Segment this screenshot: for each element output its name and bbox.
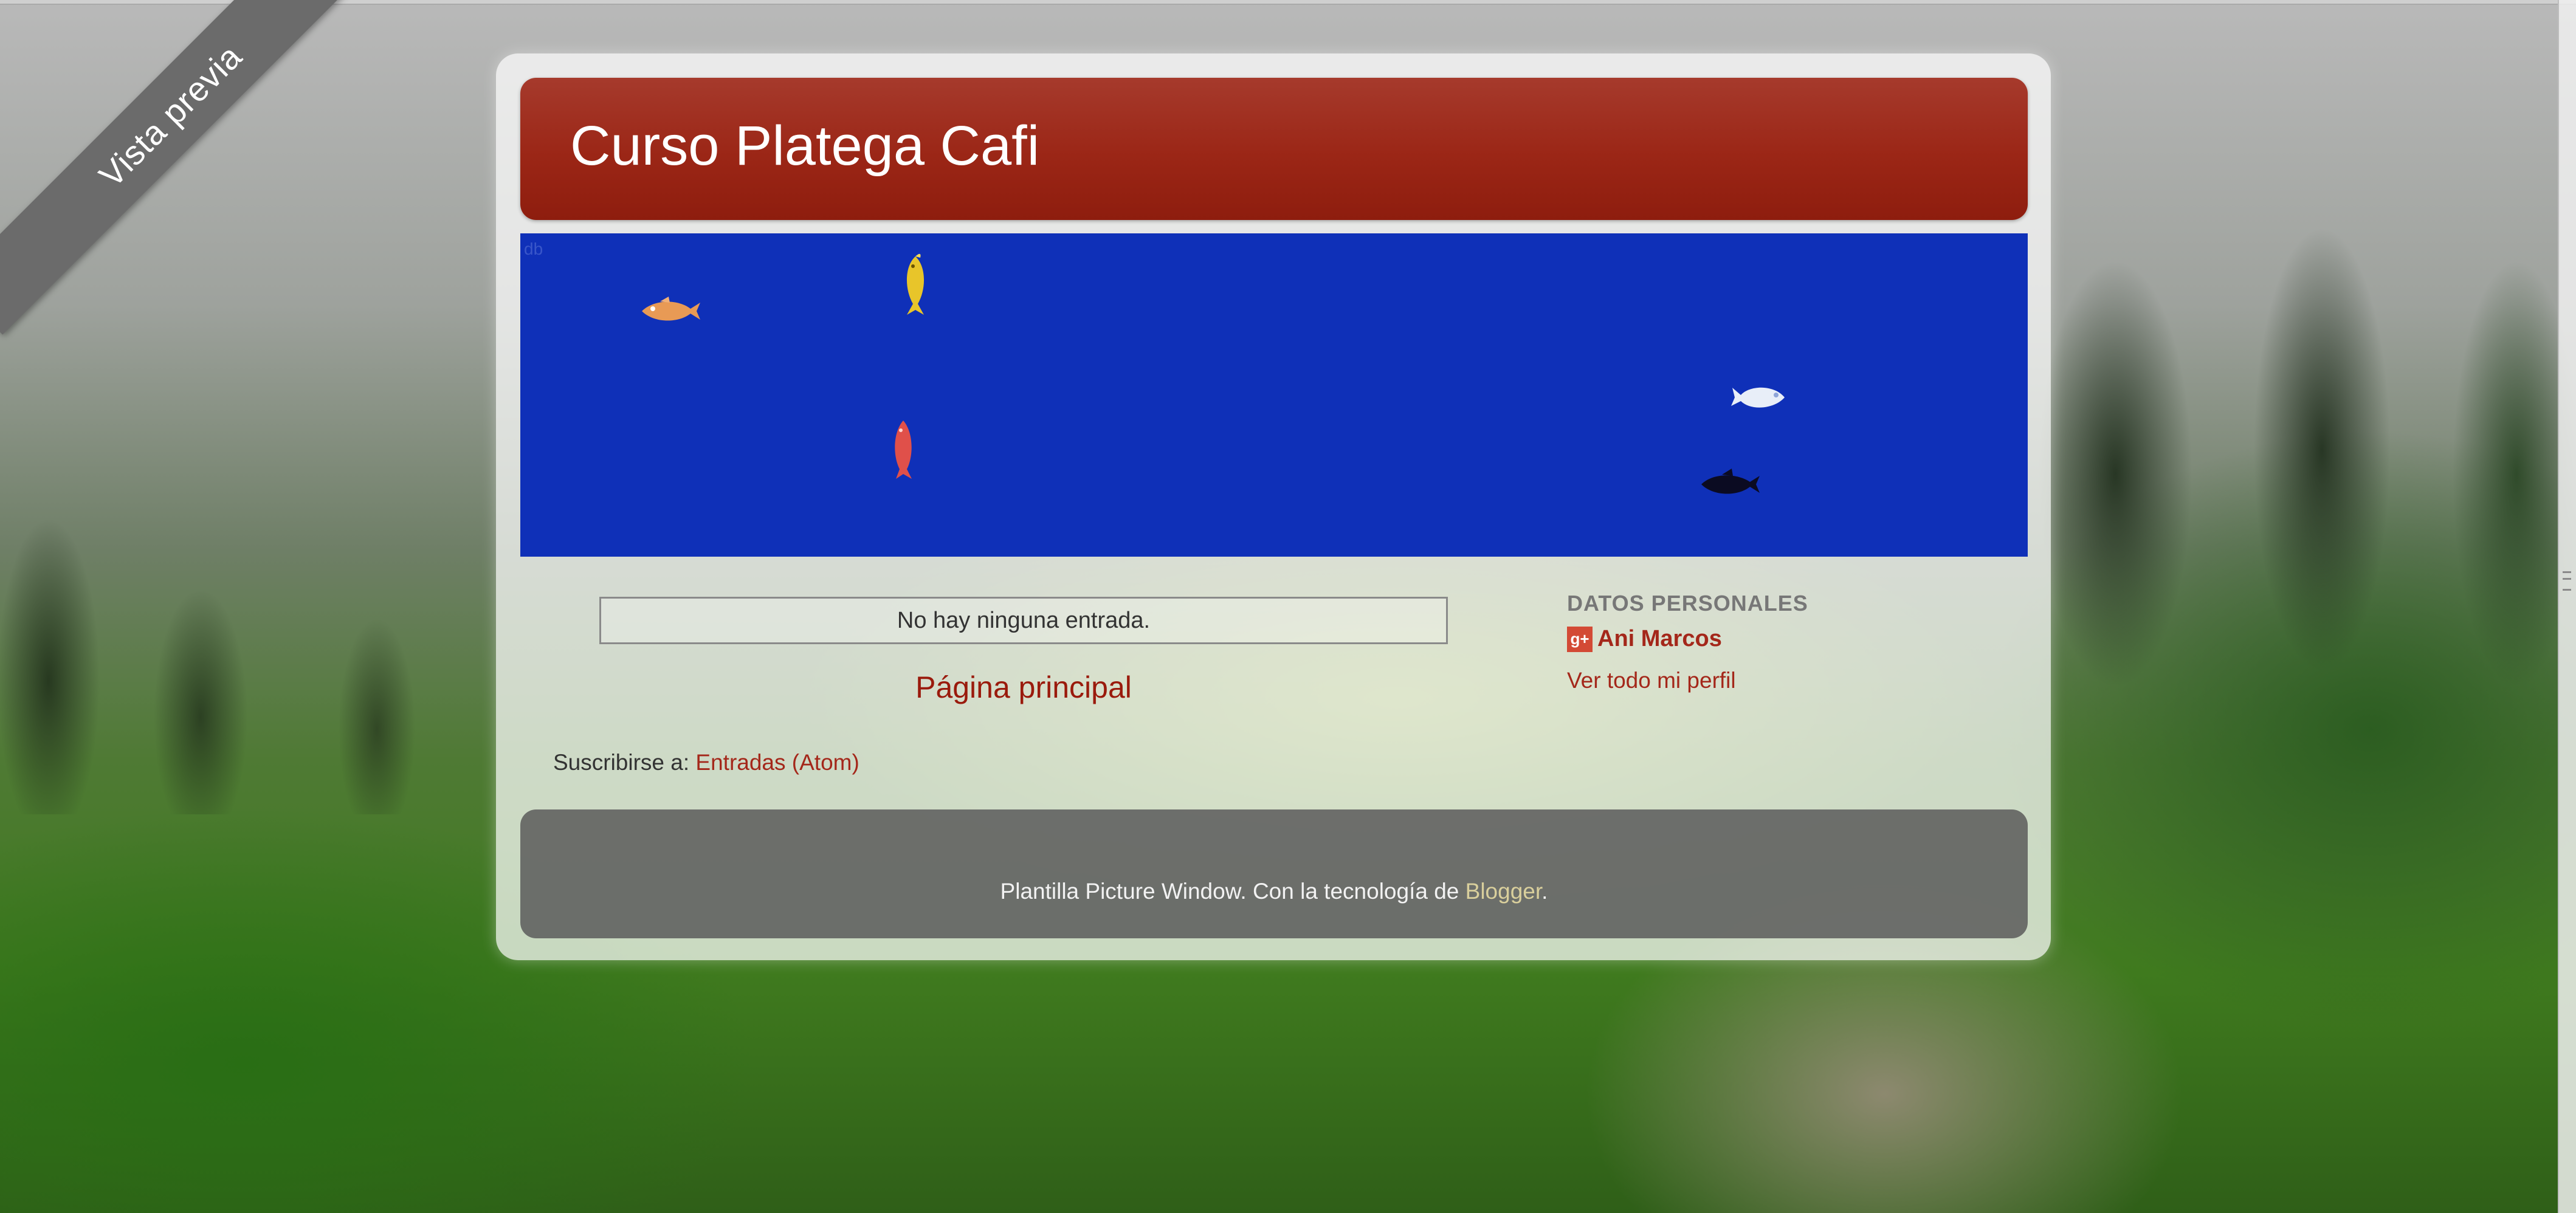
background-trees-right — [2006, 194, 2576, 741]
fish-aquarium-banner[interactable]: db — [520, 233, 2028, 557]
white-fish-icon — [1731, 387, 1785, 408]
red-fish-icon — [895, 421, 912, 479]
subscribe-atom-link[interactable]: Entradas (Atom) — [695, 750, 859, 775]
blog-footer: Plantilla Picture Window. Con la tecnolo… — [520, 809, 2028, 938]
black-fish-icon — [1701, 469, 1760, 494]
google-plus-icon[interactable]: g+ — [1567, 626, 1593, 652]
blogger-link[interactable]: Blogger — [1465, 879, 1542, 904]
window-top-edge — [0, 0, 2576, 5]
yellow-fish-icon — [906, 253, 925, 315]
background-trees-left — [0, 498, 498, 814]
footer-text-prefix: Plantilla Picture Window. Con la tecnolo… — [1000, 879, 1459, 904]
preview-ribbon: Vista previa — [0, 0, 390, 335]
preview-ribbon-label: Vista previa — [91, 36, 249, 194]
footer-text-suffix: . — [1541, 879, 1548, 904]
sidebar-heading: DATOS PERSONALES — [1567, 591, 1808, 616]
banner-tag: db — [524, 239, 543, 258]
subscribe-prefix: Suscribirse a: — [553, 750, 690, 775]
blog-header: Curso Platega Cafi — [520, 78, 2028, 220]
footer-attribution: Plantilla Picture Window. Con la tecnolo… — [520, 879, 2028, 904]
home-page-link[interactable]: Página principal — [599, 670, 1448, 705]
no-posts-message: No hay ninguna entrada. — [599, 597, 1448, 644]
orange-fish-icon — [642, 297, 700, 321]
sidebar-profile-widget: DATOS PERSONALES g+ Ani Marcos Ver todo … — [1567, 591, 1932, 693]
right-scrollbar[interactable] — [2558, 0, 2576, 1213]
blog-title[interactable]: Curso Platega Cafi — [570, 114, 1039, 178]
scrollbar-grip-icon[interactable] — [2563, 571, 2571, 591]
profile-row: g+ Ani Marcos — [1567, 626, 1932, 652]
blog-content-panel: Curso Platega Cafi db No hay ninguna ent… — [496, 53, 2051, 960]
subscribe-line: Suscribirse a: Entradas (Atom) — [553, 750, 859, 775]
view-full-profile-link[interactable]: Ver todo mi perfil — [1567, 668, 1932, 693]
profile-name-link[interactable]: Ani Marcos — [1597, 626, 1722, 652]
